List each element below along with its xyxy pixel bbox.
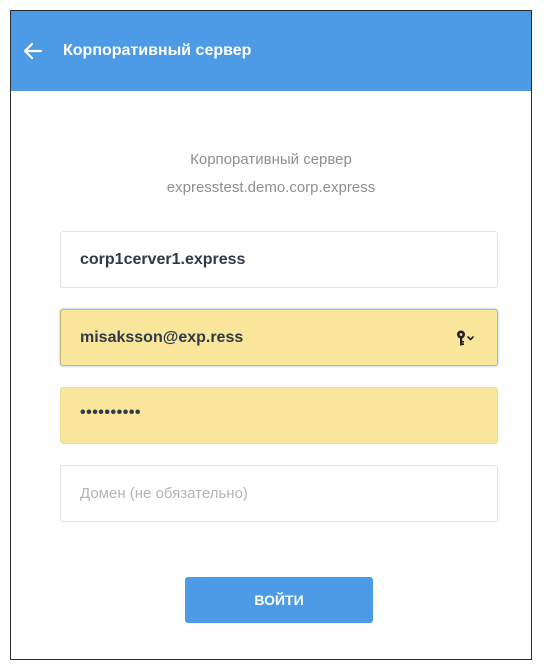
key-icon[interactable] [455,329,477,347]
server-field[interactable]: corp1cerver1.express [60,231,498,288]
login-field-value: misaksson@exp.ress [80,328,244,346]
server-info: Корпоративный сервер expresstest.demo.co… [11,149,531,201]
login-button[interactable]: ВОЙТИ [185,577,373,623]
server-label: Корпоративный сервер [190,151,352,168]
domain-field[interactable]: Домен (не обязательно) [60,465,498,522]
server-host: expresstest.demo.corp.express [166,179,376,196]
server-field-value: corp1cerver1.express [80,250,246,268]
login-screen: Корпоративный сервер Корпоративный серве… [10,10,532,660]
domain-field-placeholder: Домен (не обязательно) [80,485,248,502]
back-button[interactable] [11,11,55,91]
login-field[interactable]: misaksson@exp.ress [60,309,498,366]
password-field[interactable]: •••••••••• [60,387,498,444]
app-header: Корпоративный сервер [11,11,531,91]
header-title: Корпоративный сервер [63,42,252,59]
arrow-left-icon [23,42,43,60]
password-field-value: •••••••••• [80,403,142,421]
